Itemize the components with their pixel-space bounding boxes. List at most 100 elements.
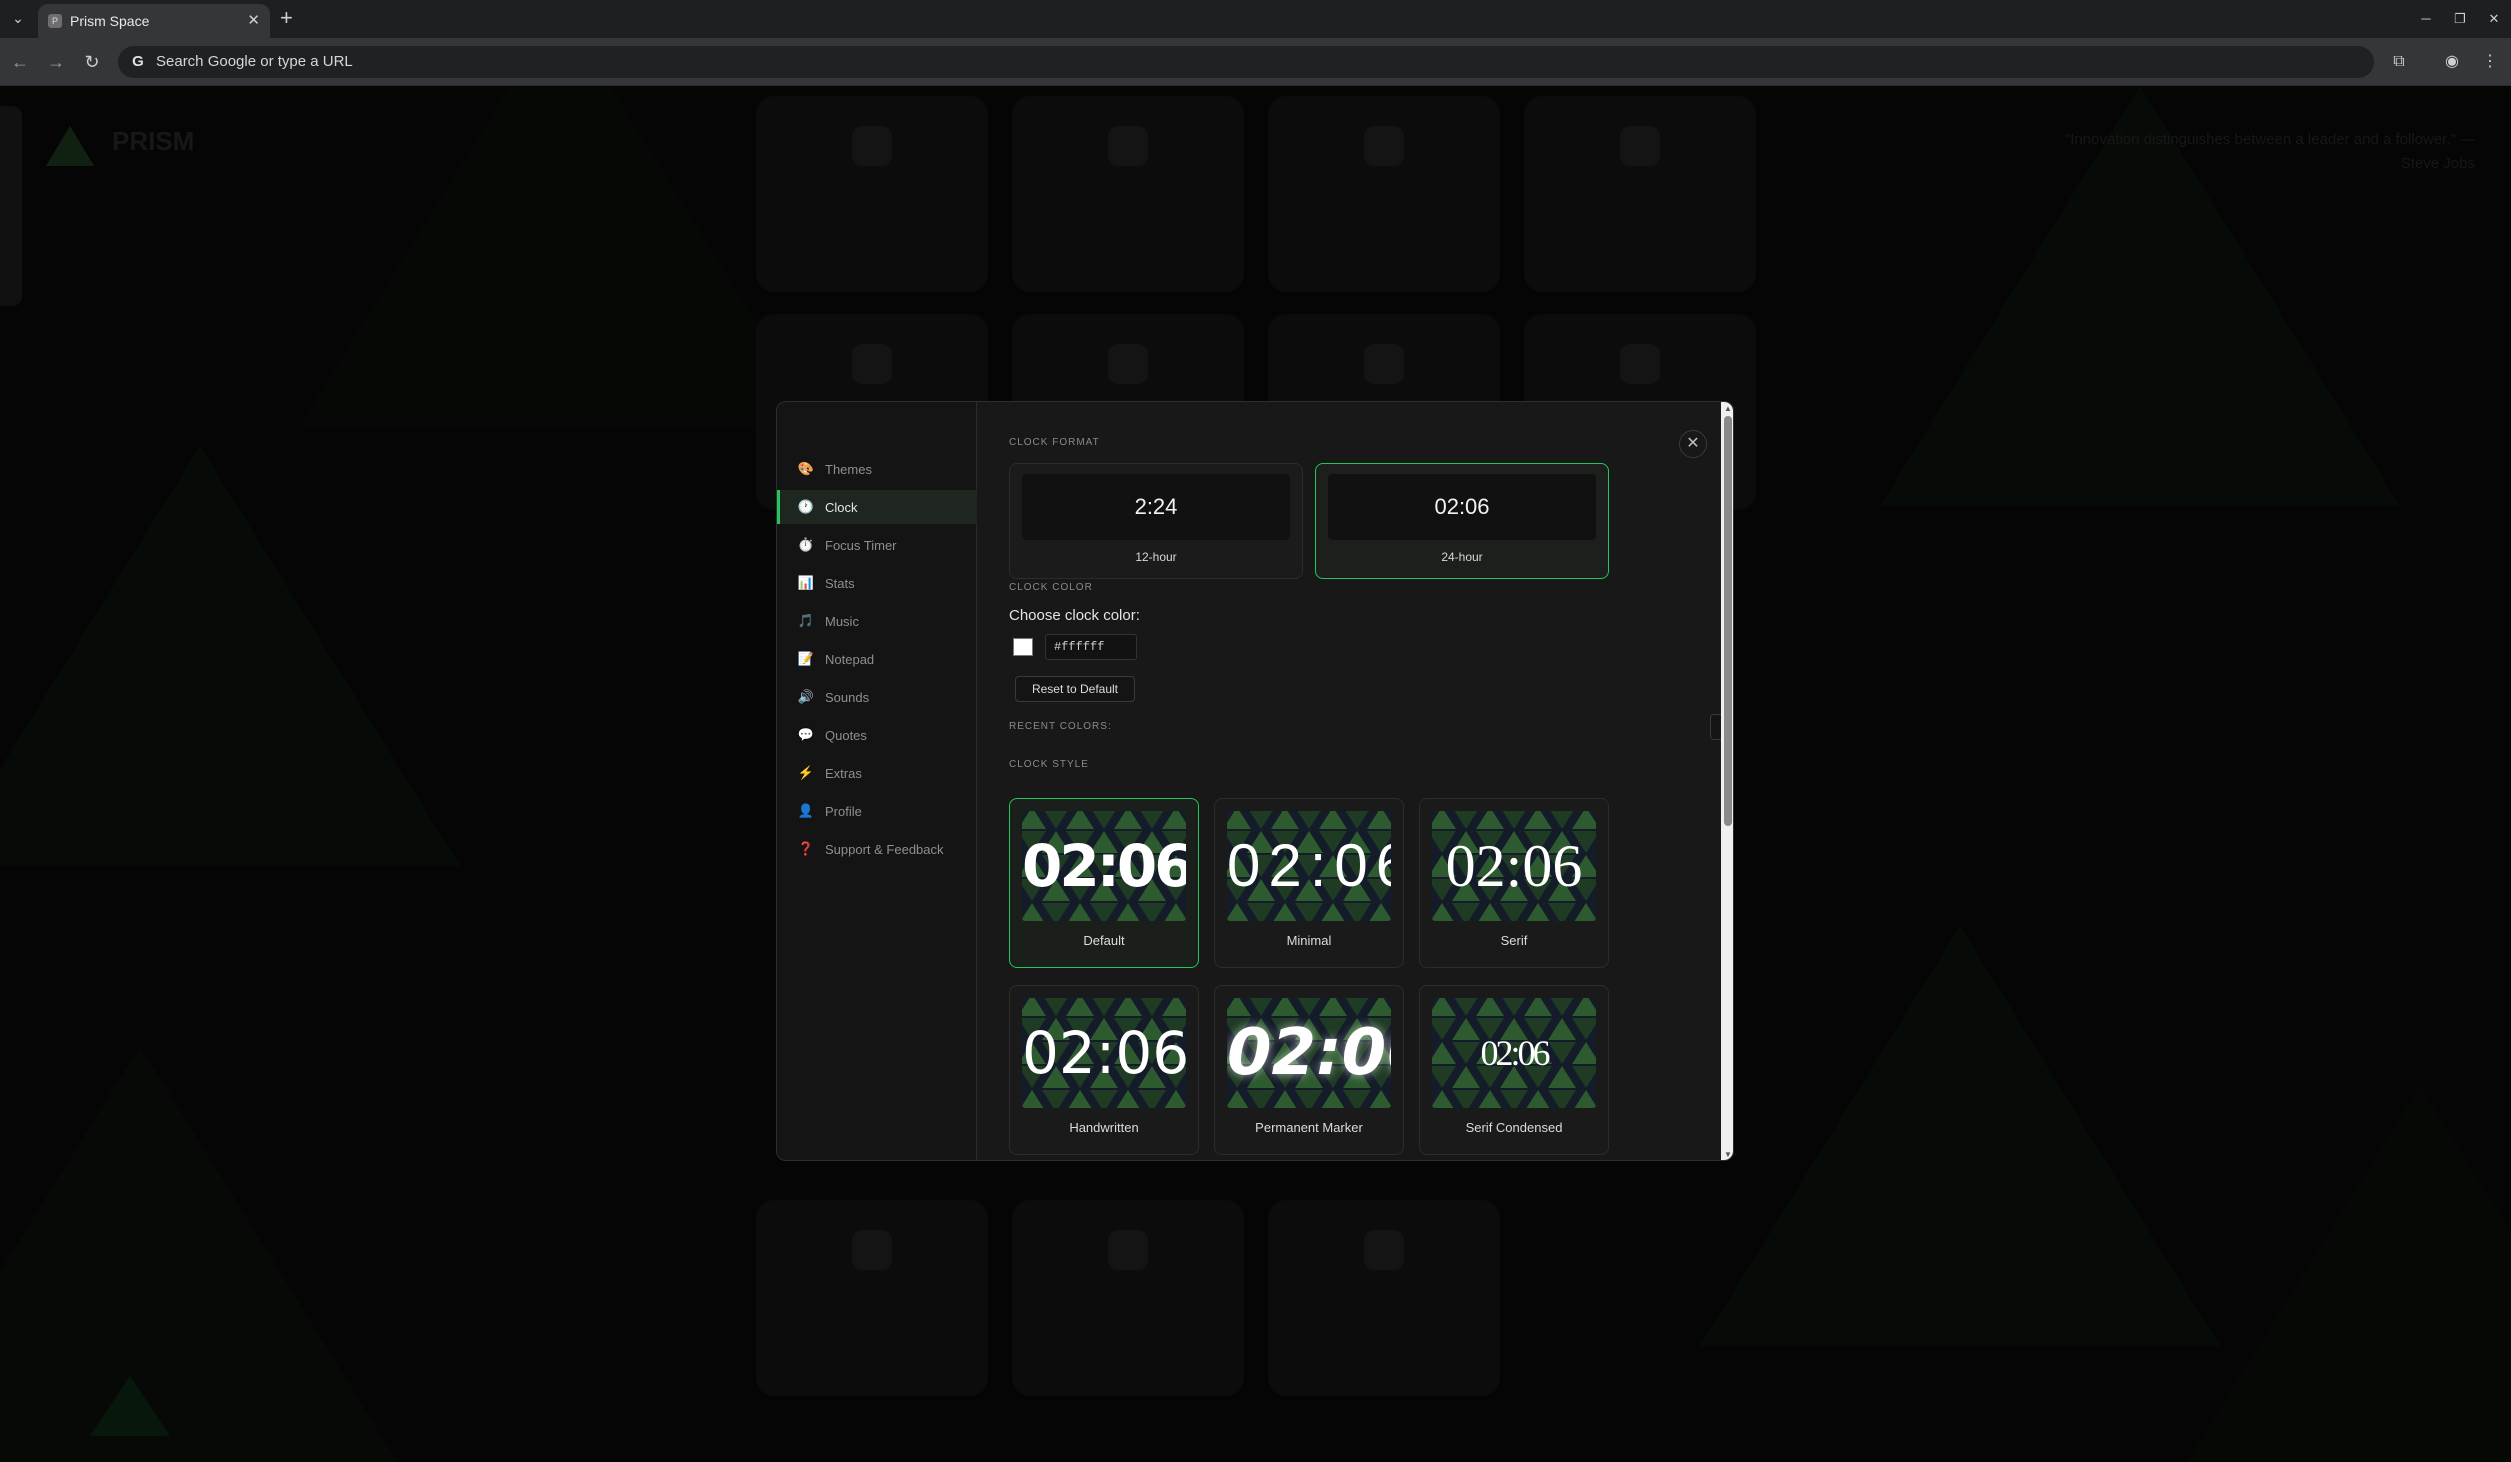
style-preview-time: 02:06	[1022, 832, 1186, 900]
style-preview-time: 02:06	[1227, 832, 1391, 899]
style-name: Permanent Marker	[1255, 1120, 1363, 1135]
style-name: Serif Condensed	[1465, 1120, 1563, 1135]
new-tab-plus-icon[interactable]: +	[280, 7, 293, 29]
forward-arrow-icon[interactable]: →	[44, 50, 68, 74]
color-swatch[interactable]	[1013, 638, 1033, 656]
sidebar-item-focus-timer[interactable]: ⏱️ Focus Timer	[777, 528, 977, 562]
sidebar-item-label: Profile	[825, 803, 862, 819]
style-preview-time: 02:06	[1445, 833, 1583, 899]
user-icon: 👤	[797, 803, 815, 818]
sidebar-item-profile[interactable]: 👤 Profile	[777, 794, 977, 828]
style-preview-time: 02:06	[1022, 1019, 1186, 1087]
sidebar-item-extras[interactable]: ⚡ Extras	[777, 756, 977, 790]
clock-style-handwritten[interactable]: 02:06 Handwritten	[1009, 985, 1199, 1155]
extensions-puzzle-icon[interactable]: ⧉	[2387, 50, 2411, 74]
sidebar-item-sounds[interactable]: 🔊 Sounds	[777, 680, 977, 714]
clock-icon: 🕐	[797, 499, 815, 514]
format-option-12-hour[interactable]: 2:24 12-hour	[1009, 463, 1303, 579]
sidebar-item-quotes[interactable]: 💬 Quotes	[777, 718, 977, 752]
format-preview-time: 02:06	[1328, 474, 1596, 540]
browser-tab[interactable]: P Prism Space ✕	[38, 4, 270, 38]
clock-format-heading: CLOCK FORMAT	[1009, 437, 1100, 448]
style-preview: 02:06	[1022, 811, 1186, 921]
music-note-icon: 🎵	[797, 613, 815, 628]
sidebar-item-clock[interactable]: 🕐 Clock	[777, 490, 977, 524]
format-option-label: 24-hour	[1441, 550, 1483, 564]
reset-to-default-button[interactable]: Reset to Default	[1015, 676, 1135, 702]
sidebar-item-support[interactable]: ❓ Support & Feedback	[777, 832, 977, 866]
minimize-icon[interactable]: ─	[2409, 0, 2443, 38]
sidebar-item-label: Quotes	[825, 727, 867, 743]
sidebar-item-label: Support & Feedback	[825, 841, 944, 857]
tab-search-chevron-icon[interactable]: ⌄	[8, 8, 28, 28]
sidebar-item-music[interactable]: 🎵 Music	[777, 604, 977, 638]
browser-tab-bar: ⌄ P Prism Space ✕ + ─ ❐ ✕	[0, 0, 2511, 38]
settings-sidebar: 🎨 Themes 🕐 Clock ⏱️ Focus Timer 📊 Stats …	[777, 402, 977, 1160]
modal-scrollbar[interactable]: ▲ ▼	[1721, 402, 1733, 1160]
sidebar-item-label: Focus Timer	[825, 537, 897, 553]
sidebar-item-label: Music	[825, 613, 859, 629]
memo-icon: 📝	[797, 651, 815, 666]
clock-color-heading: CLOCK COLOR	[1009, 582, 1093, 593]
scroll-up-arrow-icon[interactable]: ▲	[1723, 404, 1733, 414]
back-arrow-icon[interactable]: ←	[8, 50, 32, 74]
sidebar-item-stats[interactable]: 📊 Stats	[777, 566, 977, 600]
sidebar-item-label: Extras	[825, 765, 862, 781]
style-preview-time: 02:06	[1227, 1016, 1391, 1090]
sidebar-item-label: Themes	[825, 461, 872, 477]
choose-clock-color-label: Choose clock color:	[1009, 607, 1140, 624]
browser-toolbar: ← → ↻ G Search Google or type a URL ⧉ ◉ …	[0, 38, 2511, 86]
bar-chart-icon: 📊	[797, 575, 815, 590]
format-option-label: 12-hour	[1135, 550, 1177, 564]
window-close-icon[interactable]: ✕	[2477, 0, 2511, 38]
style-name: Minimal	[1286, 933, 1332, 948]
speaker-icon: 🔊	[797, 689, 815, 704]
style-preview-time: 02:06	[1480, 1033, 1550, 1073]
style-name: Handwritten	[1069, 1120, 1139, 1135]
format-preview-time: 2:24	[1022, 474, 1290, 540]
style-preview: 02:06	[1432, 998, 1596, 1108]
clock-style-serif-condensed[interactable]: 02:06 Serif Condensed	[1419, 985, 1609, 1155]
speech-bubble-icon: 💬	[797, 727, 815, 742]
address-bar[interactable]: G Search Google or type a URL	[118, 46, 2374, 78]
stopwatch-icon: ⏱️	[797, 537, 815, 552]
style-preview: 02:06	[1432, 811, 1596, 921]
sidebar-item-label: Notepad	[825, 651, 875, 667]
settings-content: CLOCK FORMAT 2:24 12-hour 02:06 24-hour …	[977, 402, 1733, 1160]
clock-style-permanent-marker[interactable]: 02:06 Permanent Marker	[1214, 985, 1404, 1155]
address-bar-placeholder: Search Google or type a URL	[156, 53, 353, 70]
sidebar-item-themes[interactable]: 🎨 Themes	[777, 452, 977, 486]
window-controls: ─ ❐ ✕	[2409, 0, 2511, 38]
sidebar-item-label: Clock	[825, 499, 858, 515]
tab-close-icon[interactable]: ✕	[247, 11, 260, 29]
palette-icon: 🎨	[797, 461, 815, 476]
sidebar-item-label: Stats	[825, 575, 855, 591]
question-mark-icon: ❓	[797, 841, 815, 856]
sidebar-item-label: Sounds	[825, 689, 870, 705]
tab-favicon: P	[48, 14, 62, 28]
style-preview: 02:06	[1022, 998, 1186, 1108]
clock-style-serif[interactable]: 02:06 Serif	[1419, 798, 1609, 968]
tab-title: Prism Space	[70, 13, 150, 29]
google-icon: G	[132, 53, 144, 70]
restore-icon[interactable]: ❐	[2443, 0, 2477, 38]
recent-colors-label: RECENT COLORS:	[1009, 721, 1112, 732]
browser-menu-kebab-icon[interactable]: ⋮	[2478, 50, 2502, 74]
scrollbar-thumb[interactable]	[1724, 416, 1732, 826]
clock-style-minimal[interactable]: 02:06 Minimal	[1214, 798, 1404, 968]
reload-icon[interactable]: ↻	[80, 50, 104, 74]
style-preview: 02:06	[1227, 811, 1391, 921]
lightning-icon: ⚡	[797, 765, 815, 780]
clock-style-default[interactable]: 02:06 Default	[1009, 798, 1199, 968]
color-hex-input[interactable]: #ffffff	[1045, 634, 1137, 660]
format-option-24-hour[interactable]: 02:06 24-hour	[1315, 463, 1609, 579]
profile-avatar-icon[interactable]: ◉	[2440, 50, 2464, 74]
clock-style-heading: CLOCK STYLE	[1009, 759, 1089, 770]
sidebar-item-notepad[interactable]: 📝 Notepad	[777, 642, 977, 676]
close-modal-button[interactable]: ✕	[1679, 430, 1707, 458]
scroll-down-arrow-icon[interactable]: ▼	[1723, 1150, 1733, 1160]
style-name: Serif	[1500, 933, 1528, 948]
settings-modal: 🎨 Themes 🕐 Clock ⏱️ Focus Timer 📊 Stats …	[776, 401, 1734, 1161]
style-preview: 02:06	[1227, 998, 1391, 1108]
style-name: Default	[1083, 933, 1125, 948]
